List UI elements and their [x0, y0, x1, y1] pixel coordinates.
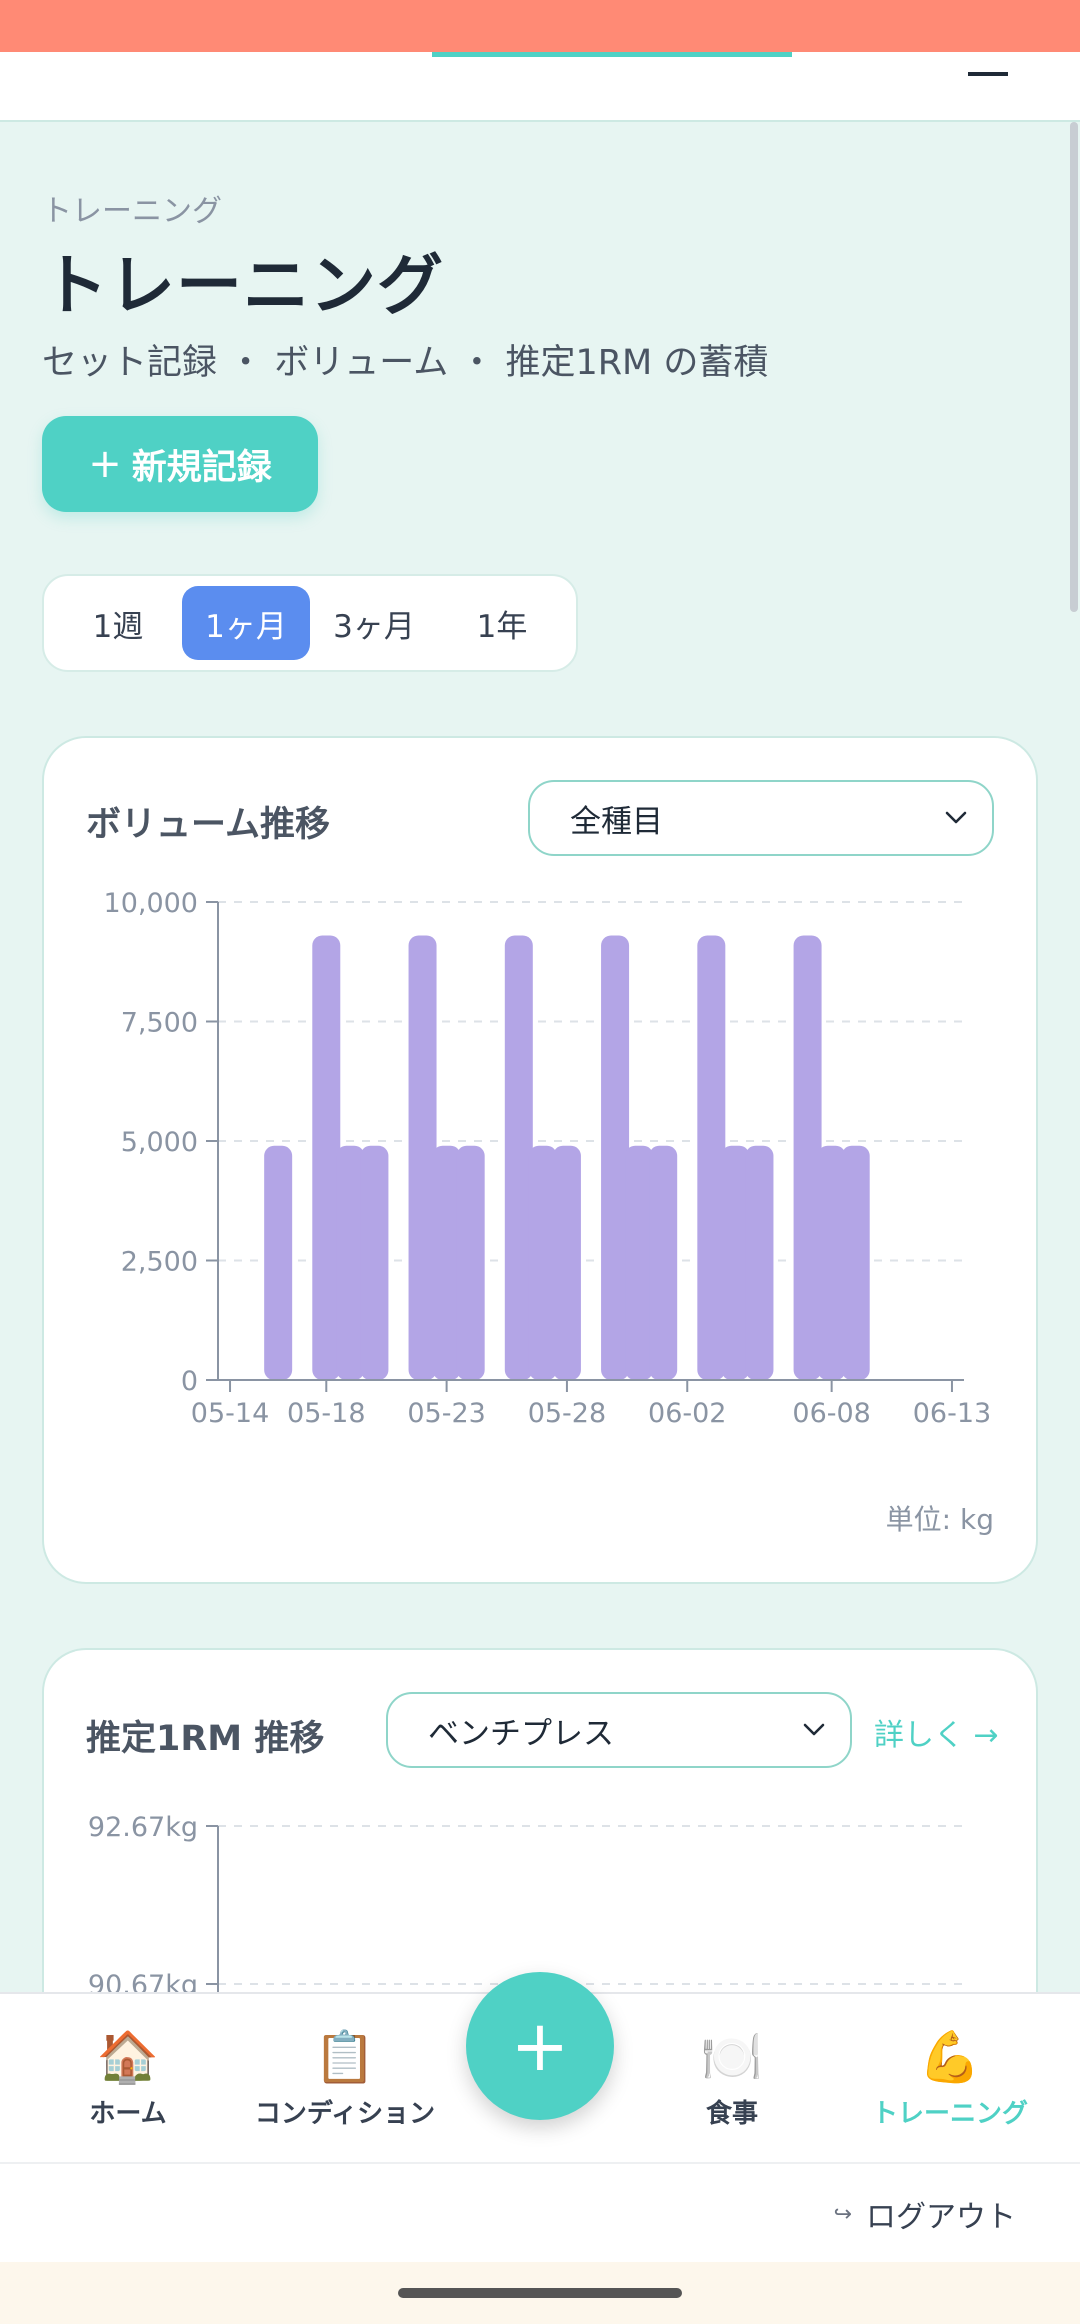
range-tab-1m[interactable]: 1ヶ月 — [182, 586, 310, 660]
range-tab-3m[interactable]: 3ヶ月 — [310, 586, 438, 660]
exercise-select-value: 全種目 — [570, 803, 663, 840]
breadcrumb: トレーニング — [42, 194, 222, 229]
status-bar — [0, 0, 1080, 52]
clipboard-icon: 📋 — [313, 2027, 377, 2086]
chevron-down-icon — [945, 811, 967, 824]
nav-meal[interactable]: 🍽️ 食事 — [672, 1994, 792, 2164]
x-tick-label: 05-18 — [287, 1398, 365, 1426]
rm-exercise-select[interactable]: ベンチプレス — [386, 1692, 852, 1768]
volume-bar — [456, 1145, 485, 1380]
x-tick-label: 05-28 — [528, 1398, 606, 1426]
volume-bar — [504, 935, 533, 1380]
nav-meal-label: 食事 — [705, 2098, 758, 2129]
volume-bar — [625, 1145, 654, 1380]
exercise-select[interactable]: 全種目 — [528, 780, 994, 856]
volume-bar — [841, 1145, 870, 1380]
rm-card-title: 推定1RM 推移 — [86, 1719, 325, 1759]
app-header — [0, 52, 1080, 122]
volume-bar — [552, 1145, 581, 1380]
nav-condition-label: コンディション — [254, 2098, 436, 2129]
volume-bar — [745, 1145, 774, 1380]
volume-bar — [793, 935, 822, 1380]
menu-icon[interactable] — [968, 56, 1008, 76]
volume-bar — [360, 1145, 389, 1380]
range-selector: 1週 1ヶ月 3ヶ月 1年 — [42, 574, 578, 672]
y-tick-label: 10,000 — [104, 888, 198, 919]
x-tick-label: 06-02 — [648, 1398, 726, 1426]
x-tick-label: 05-23 — [407, 1398, 485, 1426]
volume-card: ボリューム推移 全種目 0 2,500 5,000 7,500 10,000 05-14 0… — [42, 736, 1038, 1584]
nav-home-label: ホーム — [89, 2098, 167, 2129]
home-indicator[interactable] — [398, 2288, 682, 2298]
unit-note: 単位: kg — [885, 1503, 994, 1536]
system-gesture-area — [0, 2262, 1080, 2324]
y-tick-label: 0 — [181, 1366, 198, 1397]
volume-bar — [721, 1145, 750, 1380]
plate-icon: 🍽️ — [700, 2027, 764, 2086]
muscle-icon: 💪 — [918, 2027, 982, 2086]
volume-bar — [264, 1145, 293, 1380]
y-tick-label: 7,500 — [121, 1008, 198, 1039]
home-icon: 🏠 — [96, 2027, 160, 2086]
scrollbar[interactable] — [1070, 122, 1078, 612]
new-record-label: 新規記録 — [131, 447, 272, 488]
nav-training-label: トレーニング — [871, 2098, 1028, 2129]
volume-bar — [312, 935, 341, 1380]
plus-icon: + — [88, 441, 122, 487]
x-tick-label: 06-13 — [913, 1398, 991, 1426]
y-tick-label: 2,500 — [121, 1247, 198, 1278]
logout-button[interactable]: ↪ ログアウト — [834, 2192, 1016, 2236]
volume-bar — [336, 1145, 365, 1380]
volume-bar — [649, 1145, 678, 1380]
volume-bar — [408, 935, 437, 1380]
x-tick-label: 05-14 — [191, 1398, 269, 1426]
header-active-indicator — [432, 52, 792, 57]
y-tick-label: 92.67kg — [88, 1812, 198, 1843]
logout-bar: ↪ ログアウト — [0, 2162, 1080, 2262]
volume-bar — [697, 935, 726, 1380]
chevron-down-icon — [803, 1723, 825, 1736]
volume-bar — [528, 1145, 557, 1380]
volume-chart: 0 2,500 5,000 7,500 10,000 05-14 05-18 05-23 05-… — [104, 888, 992, 1426]
new-record-button[interactable]: + 新規記録 — [42, 416, 318, 512]
logout-label: ログアウト — [866, 2200, 1016, 2235]
range-tab-1w[interactable]: 1週 — [54, 586, 182, 660]
plus-icon: + — [510, 2005, 570, 2087]
logout-arrow-icon: ↪ — [833, 2201, 852, 2227]
add-fab-button[interactable]: + — [466, 1972, 614, 2120]
volume-bar — [432, 1145, 461, 1380]
nav-home[interactable]: 🏠 ホーム — [58, 1994, 198, 2164]
nav-condition[interactable]: 📋 コンディション — [240, 1994, 450, 2164]
page-title: トレーニング — [42, 247, 444, 324]
range-tab-1y[interactable]: 1年 — [438, 586, 566, 660]
rm-select-value: ベンチプレス — [428, 1715, 614, 1752]
x-tick-label: 06-08 — [792, 1398, 870, 1426]
page-subtitle: セット記録 ・ ボリューム ・ 推定1RM の蓄積 — [42, 343, 769, 383]
volume-card-title: ボリューム推移 — [86, 805, 330, 845]
detail-link[interactable]: 詳しく → — [874, 1710, 999, 1754]
volume-bar — [601, 935, 630, 1380]
nav-training[interactable]: 💪 トレーニング — [862, 1994, 1038, 2164]
volume-bar — [817, 1145, 846, 1380]
y-tick-label: 5,000 — [121, 1127, 198, 1158]
